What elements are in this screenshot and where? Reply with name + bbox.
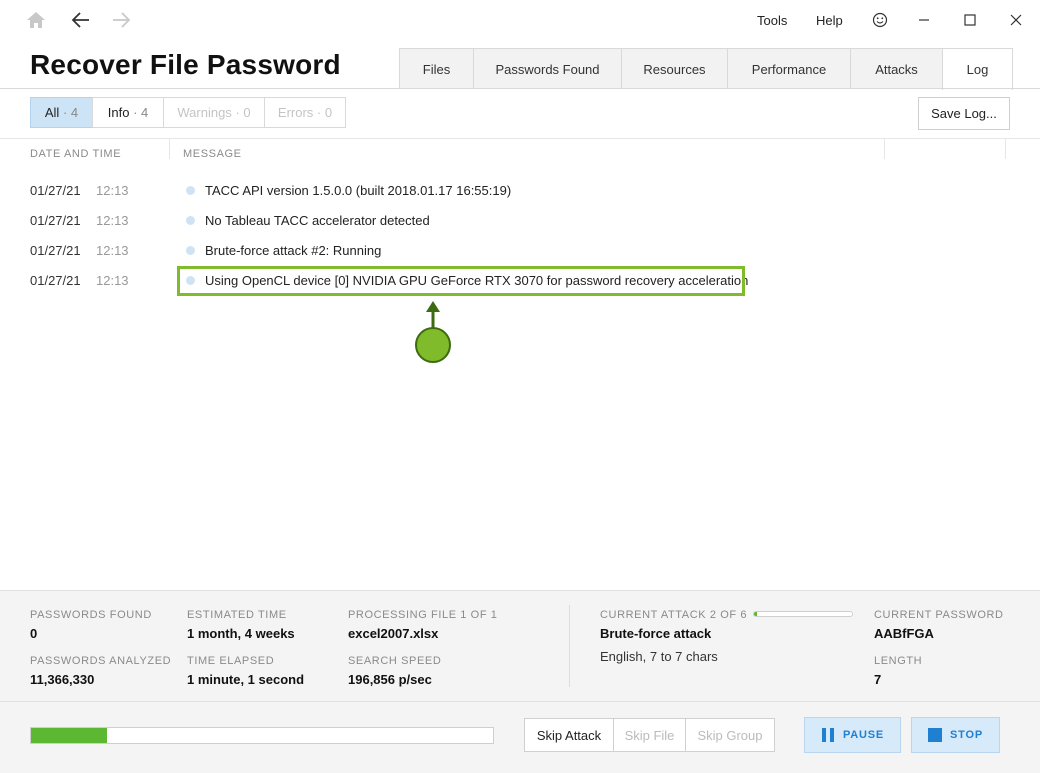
info-dot-icon — [186, 246, 195, 255]
estimated-time-value: 1 month, 4 weeks — [187, 626, 295, 641]
log-date: 01/27/21 — [30, 243, 81, 258]
attack-progress-bar — [753, 611, 853, 617]
attack-progress-fill — [754, 612, 757, 616]
tab-attacks[interactable]: Attacks — [850, 48, 943, 89]
log-message: Brute-force attack #2: Running — [205, 243, 382, 258]
column-header-date[interactable]: DATE AND TIME — [30, 148, 121, 160]
overall-progress-bar — [30, 727, 494, 744]
minimize-icon[interactable] — [912, 8, 936, 32]
filter-warnings-label: Warnings — [177, 105, 232, 120]
log-row[interactable]: 01/27/21 12:13 No Tableau TACC accelerat… — [0, 205, 1040, 235]
tab-resources[interactable]: Resources — [621, 48, 728, 89]
log-time: 12:13 — [96, 213, 129, 228]
log-date: 01/27/21 — [30, 183, 81, 198]
info-dot-icon — [186, 186, 195, 195]
passwords-analyzed-value: 11,366,330 — [30, 672, 95, 687]
menu-tools[interactable]: Tools — [757, 13, 787, 28]
tab-divider — [0, 88, 1040, 89]
log-date: 01/27/21 — [30, 273, 81, 288]
filter-warnings[interactable]: Warnings · 0 — [163, 97, 265, 128]
filter-errors[interactable]: Errors · 0 — [264, 97, 346, 128]
log-date: 01/27/21 — [30, 213, 81, 228]
column-header-message[interactable]: MESSAGE — [183, 148, 242, 160]
log-filter-group: All · 4 Info · 4 Warnings · 0 Errors · 0 — [30, 97, 346, 128]
passwords-analyzed-label: PASSWORDS ANALYZED — [30, 655, 172, 667]
log-time: 12:13 — [96, 243, 129, 258]
tab-bar: Files Passwords Found Resources Performa… — [399, 48, 1013, 90]
current-password-value: AABfFGA — [874, 626, 934, 641]
info-dot-icon — [186, 216, 195, 225]
filter-all[interactable]: All · 4 — [30, 97, 93, 128]
filter-all-label: All — [44, 105, 60, 120]
time-elapsed-label: TIME ELAPSED — [187, 655, 275, 667]
filter-warnings-count: · 0 — [235, 105, 251, 120]
close-icon[interactable] — [1004, 8, 1028, 32]
action-divider — [0, 701, 1040, 702]
filter-info-count: · 4 — [133, 105, 149, 120]
forward-arrow-icon[interactable] — [109, 8, 133, 32]
filter-all-count: · 4 — [62, 105, 79, 120]
log-message: No Tableau TACC accelerator detected — [205, 213, 430, 228]
filter-info-label: Info — [107, 105, 130, 120]
log-row[interactable]: 01/27/21 12:13 TACC API version 1.5.0.0 … — [0, 175, 1040, 205]
log-message: TACC API version 1.5.0.0 (built 2018.01.… — [205, 183, 512, 198]
processing-file-label: PROCESSING FILE 1 OF 1 — [348, 609, 498, 621]
column-separator[interactable] — [884, 139, 885, 159]
current-attack-label: CURRENT ATTACK 2 OF 6 — [600, 609, 748, 621]
status-divider — [569, 605, 570, 687]
menu-help[interactable]: Help — [816, 13, 843, 28]
current-attack-value: Brute-force attack — [600, 626, 712, 641]
log-time: 12:13 — [96, 273, 129, 288]
current-attack-detail: English, 7 to 7 chars — [600, 649, 718, 664]
tab-performance[interactable]: Performance — [727, 48, 851, 89]
smiley-icon[interactable] — [868, 8, 892, 32]
length-value: 7 — [874, 672, 882, 687]
maximize-icon[interactable] — [958, 8, 982, 32]
search-speed-label: SEARCH SPEED — [348, 655, 442, 667]
processing-file-value: excel2007.xlsx — [348, 626, 439, 641]
passwords-found-label: PASSWORDS FOUND — [30, 609, 152, 621]
save-log-button[interactable]: Save Log... — [918, 97, 1010, 130]
home-icon[interactable] — [24, 8, 48, 32]
tab-passwords-found[interactable]: Passwords Found — [473, 48, 622, 89]
current-password-label: CURRENT PASSWORD — [874, 609, 1004, 621]
stop-label: STOP — [950, 729, 983, 741]
skip-file-button[interactable]: Skip File — [613, 718, 686, 752]
pause-label: PAUSE — [842, 729, 885, 741]
filter-info[interactable]: Info · 4 — [92, 97, 164, 128]
back-arrow-icon[interactable] — [69, 8, 93, 32]
pause-button[interactable]: PAUSE — [804, 717, 901, 753]
length-label: LENGTH — [874, 655, 923, 667]
column-separator[interactable] — [1005, 139, 1006, 159]
skip-attack-button[interactable]: Skip Attack — [524, 718, 614, 752]
skip-group-button[interactable]: Skip Group — [685, 718, 775, 752]
callout-arrow-icon — [415, 301, 451, 363]
estimated-time-label: ESTIMATED TIME — [187, 609, 287, 621]
log-row[interactable]: 01/27/21 12:13 Brute-force attack #2: Ru… — [0, 235, 1040, 265]
time-elapsed-value: 1 minute, 1 second — [187, 672, 305, 687]
pause-icon — [821, 728, 834, 742]
passwords-found-value: 0 — [30, 626, 38, 641]
title-bar: Tools Help — [0, 0, 1040, 40]
page-title: Recover File Password — [30, 49, 341, 80]
column-separator[interactable] — [169, 139, 170, 159]
stop-button[interactable]: STOP — [911, 717, 1000, 753]
filter-errors-count: · 0 — [316, 105, 333, 120]
stop-icon — [928, 728, 943, 742]
tab-files[interactable]: Files — [399, 48, 474, 89]
highlight-box — [177, 266, 745, 296]
filter-errors-label: Errors — [277, 105, 314, 120]
tab-log[interactable]: Log — [942, 48, 1013, 90]
overall-progress-fill — [31, 728, 108, 743]
log-time: 12:13 — [96, 183, 129, 198]
search-speed-value: 196,856 p/sec — [348, 672, 432, 687]
